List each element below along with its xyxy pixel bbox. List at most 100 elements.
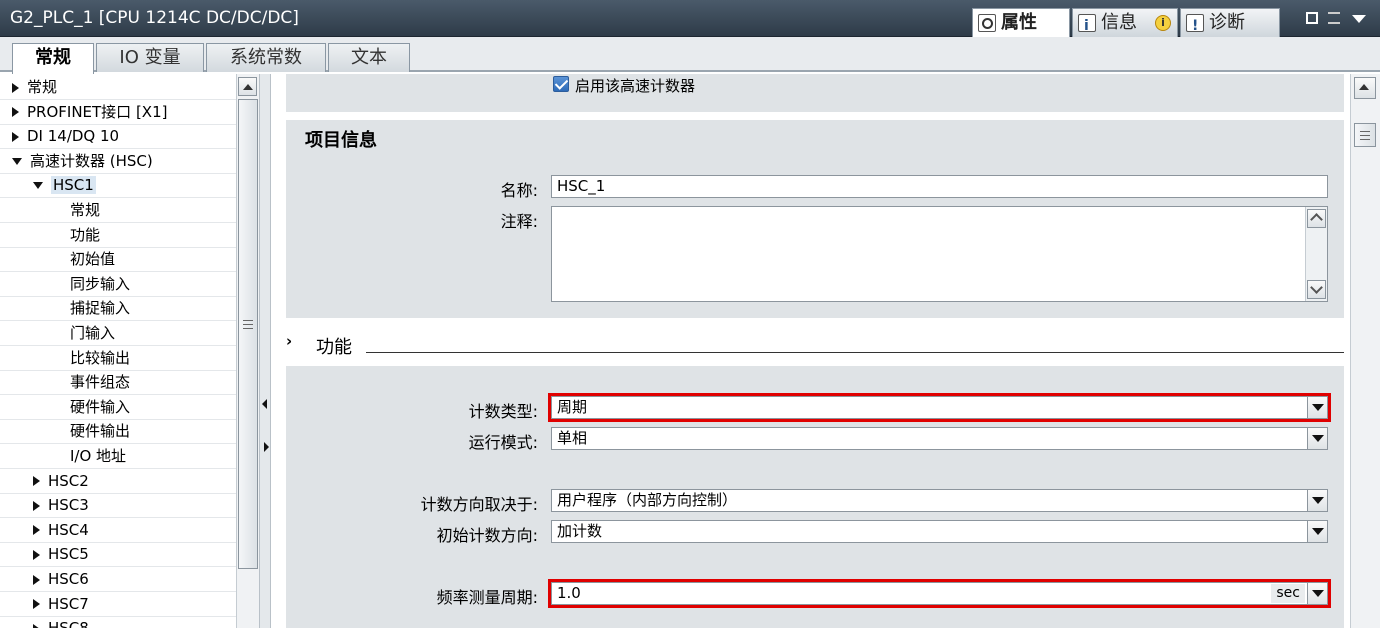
highlight-box (548, 579, 1331, 608)
tree-item[interactable]: 硬件输出 (70, 419, 130, 443)
collapse-left-icon[interactable] (262, 399, 267, 409)
tree-item[interactable]: HSC5 (33, 542, 89, 566)
expanded-arrow-icon[interactable] (33, 182, 43, 190)
tab-diagnostics[interactable]: 诊断 (1180, 8, 1280, 40)
tree-item[interactable]: 门输入 (70, 321, 115, 345)
tree-item[interactable]: PROFINET接口 [X1] (12, 100, 167, 124)
comment-field[interactable] (551, 206, 1328, 302)
collapsed-arrow-icon[interactable] (33, 574, 40, 585)
restore-window-icon[interactable] (1306, 12, 1318, 24)
tree-item[interactable]: 高速计数器 (HSC) (12, 149, 153, 173)
tab-info[interactable]: 信息 i (1072, 8, 1178, 40)
tab-general[interactable]: 常规 (12, 43, 94, 74)
dropdown-arrow-icon[interactable] (1307, 428, 1327, 449)
tab-info-label: 信息 (1101, 12, 1137, 33)
collapsed-arrow-icon[interactable] (33, 623, 40, 628)
count-direction-source-value: 用户程序（内部方向控制） (557, 491, 738, 509)
tree-item[interactable]: 硬件输入 (70, 395, 130, 419)
chevron-right-icon[interactable]: › (286, 332, 292, 350)
operating-mode-select[interactable]: 单相 (551, 427, 1328, 450)
grip-icon (243, 320, 253, 329)
tree-item-label: PROFINET接口 [X1] (27, 102, 168, 121)
expanded-arrow-icon[interactable] (12, 157, 22, 165)
tree-item[interactable]: 常规 (70, 198, 100, 222)
tree-scroll-thumb[interactable] (238, 99, 258, 569)
tree-row-divider (0, 197, 236, 199)
collapsed-arrow-icon[interactable] (12, 82, 19, 93)
tree-item[interactable]: 功能 (70, 223, 100, 247)
initial-direction-select[interactable]: 加计数 (551, 520, 1328, 543)
tree-item-label: 常规 (27, 78, 58, 96)
tree-item-label: HSC4 (48, 520, 89, 539)
tree-item-label: 高速计数器 (HSC) (30, 151, 153, 170)
secondary-tab-strip: 常规 IO 变量 系统常数 文本 (0, 37, 1380, 74)
tree-item[interactable]: 事件组态 (70, 370, 130, 394)
tree-item-label: 初始值 (70, 250, 116, 269)
tree-item[interactable]: DI 14/DQ 10 (12, 124, 119, 148)
tab-texts[interactable]: 文本 (328, 43, 410, 72)
enable-hsc-checkbox[interactable] (553, 76, 569, 92)
tree-item-label: HSC6 (48, 570, 89, 588)
chevron-down-icon[interactable] (1307, 280, 1326, 299)
tree-item[interactable]: 常规 (12, 75, 57, 99)
collapsed-arrow-icon[interactable] (33, 525, 40, 536)
initial-direction-label: 初始计数方向: (436, 526, 538, 545)
chevron-up-icon[interactable] (1307, 209, 1326, 228)
expand-right-icon[interactable] (264, 442, 269, 452)
dropdown-arrow-icon[interactable] (1307, 521, 1327, 542)
tree-item[interactable]: I/O 地址 (70, 444, 126, 468)
main-scroll-thumb[interactable] (1354, 123, 1376, 147)
main-scrollbar[interactable] (1350, 74, 1380, 628)
collapsed-arrow-icon[interactable] (33, 599, 40, 610)
enable-section (286, 74, 1344, 112)
tree-item[interactable]: HSC2 (33, 469, 89, 493)
diagnostics-icon (1186, 13, 1204, 40)
name-label: 名称: (500, 181, 538, 200)
tree-scrollbar[interactable] (236, 74, 259, 628)
tab-properties-label: 属性 (1001, 12, 1037, 33)
tree-item[interactable]: HSC3 (33, 493, 89, 517)
tab-diagnostics-label: 诊断 (1209, 12, 1245, 33)
collapsed-arrow-icon[interactable] (33, 500, 40, 511)
panel-splitter[interactable] (259, 74, 271, 628)
tree-item[interactable]: 捕捉输入 (70, 296, 130, 320)
tab-io-tags[interactable]: IO 变量 (96, 43, 204, 72)
tree-item-label: HSC1 (51, 176, 96, 195)
collapsed-arrow-icon[interactable] (33, 549, 40, 560)
info-badge-icon: i (1155, 15, 1171, 31)
collapsed-arrow-icon[interactable] (12, 131, 19, 142)
tree-item[interactable]: HSC4 (33, 518, 89, 542)
window-title: G2_PLC_1 [CPU 1214C DC/DC/DC] (10, 8, 299, 28)
tree-scroll-up-button[interactable] (238, 77, 257, 96)
tree-item[interactable]: 比较输出 (70, 346, 130, 370)
tab-system-constants[interactable]: 系统常数 (206, 43, 326, 72)
count-type-label: 计数类型: (468, 402, 538, 421)
tree-item-label: HSC2 (48, 471, 89, 490)
collapsed-arrow-icon[interactable] (33, 476, 40, 487)
tree-item[interactable]: 同步输入 (70, 272, 130, 296)
tree-item-label: 事件组态 (70, 373, 131, 392)
grip-icon (1360, 131, 1370, 140)
tree-item[interactable]: HSC7 (33, 592, 89, 616)
tree-row-divider (0, 222, 236, 223)
main-scroll-up-button[interactable] (1354, 77, 1376, 99)
chevron-down-icon[interactable] (1352, 15, 1366, 23)
function-section-title[interactable]: 功能 (316, 333, 352, 359)
tree-item[interactable]: HSC6 (33, 567, 89, 591)
name-field[interactable]: HSC_1 (551, 175, 1328, 198)
tree-row-divider (0, 320, 236, 322)
collapsed-arrow-icon[interactable] (12, 107, 19, 118)
dropdown-arrow-icon[interactable] (1307, 490, 1327, 511)
count-direction-source-select[interactable]: 用户程序（内部方向控制） (551, 489, 1328, 512)
layout-menu-icon[interactable] (1328, 12, 1340, 24)
tree-item-label: HSC8 (48, 619, 89, 628)
tree-item-label: I/O 地址 (70, 447, 127, 465)
comment-scrollbar[interactable] (1305, 207, 1327, 301)
info-icon (1078, 13, 1096, 40)
tree-item[interactable]: 初始值 (70, 247, 115, 271)
tree-item[interactable]: HSC1 (33, 173, 96, 197)
section-divider (366, 352, 1344, 353)
tree-item[interactable]: HSC8 (33, 616, 89, 628)
tab-properties[interactable]: 属性 (972, 8, 1070, 37)
properties-content: 启用该高速计数器 项目信息 名称: HSC_1 注释: › 功能 计数类型: 周… (272, 74, 1350, 628)
